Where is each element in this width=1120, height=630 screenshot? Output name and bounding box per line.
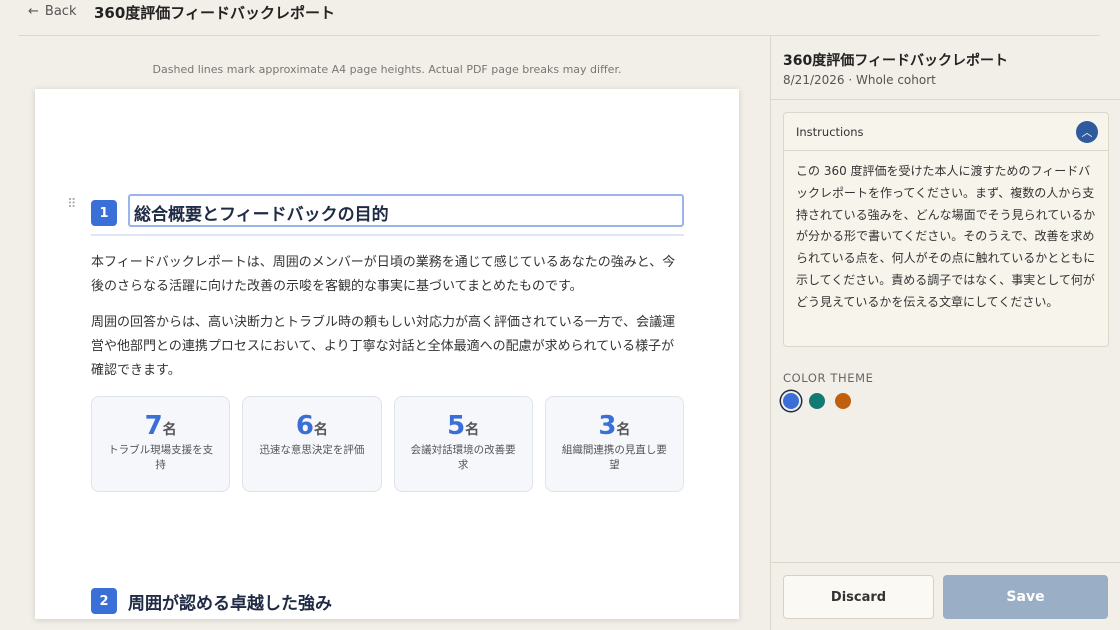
swatch-teal[interactable] (809, 393, 825, 409)
sidebar-title: 360度評価フィードバックレポート (783, 53, 1008, 69)
page-break-hint: Dashed lines mark approximate A4 page he… (152, 63, 622, 76)
instructions-text: この 360 度評価を受けた本人に渡すためのフィードバックレポートを作ってくださ… (796, 164, 1096, 309)
stat-card: 6名 迅速な意思決定を評価 (242, 396, 382, 492)
back-button[interactable]: ← Back (28, 4, 76, 19)
stat-value: 5 (447, 411, 466, 441)
stat-label: 会議対話環境の改善要求 (410, 444, 516, 471)
top-bar: ← Back 360度評価フィードバックレポート (0, 0, 1120, 36)
swatch-orange[interactable] (835, 393, 851, 409)
save-button[interactable]: Save (943, 575, 1108, 619)
sidebar: 360度評価フィードバックレポート 8/21/2026 · Whole coho… (770, 36, 1120, 630)
sidebar-header: 360度評価フィードバックレポート 8/21/2026 · Whole coho… (771, 36, 1120, 100)
section-divider (91, 234, 684, 236)
stat-card: 5名 会議対話環境の改善要求 (393, 396, 533, 492)
arrow-left-icon: ← (28, 4, 39, 19)
section-number: 2 (91, 588, 117, 614)
top-bar-inner: ← Back 360度評価フィードバックレポート (18, 0, 1100, 36)
instructions-label: Instructions (796, 125, 864, 139)
stat-label: 組織間連携の見直し要望 (561, 444, 667, 471)
stat-card: 7名 トラブル現場支援を支持 (91, 396, 231, 492)
swatch-blue[interactable] (783, 393, 799, 409)
discard-button[interactable]: Discard (783, 575, 934, 619)
document-page: ⠿ 1 総合概要とフィードバックの目的 本フィードバックレポートは、周囲のメンバ… (35, 89, 739, 619)
stat-label: トラブル現場支援を支持 (108, 444, 214, 471)
section-paragraph[interactable]: 本フィードバックレポートは、周囲のメンバーが日頃の業務を通じて感じているあなたの… (91, 251, 685, 299)
stat-value: 6 (295, 411, 314, 441)
sidebar-meta: 8/21/2026 · Whole cohort (783, 73, 936, 87)
stat-card: 3名 組織間連携の見直し要望 (544, 396, 684, 492)
stat-unit: 名 (616, 422, 631, 438)
section-title[interactable]: 周囲が認める卓越した強み (128, 589, 332, 614)
section-paragraph[interactable]: 周囲の回答からは、高い決断力とトラブル時の頼もしい対応力が高く評価されている一方… (91, 311, 685, 383)
section-title-input[interactable]: 総合概要とフィードバックの目的 (128, 194, 684, 227)
instructions-header[interactable]: Instructions ︿ (784, 113, 1108, 151)
stat-cards: 7名 トラブル現場支援を支持 6名 迅速な意思決定を評価 5名 会議対話環境の改… (91, 396, 684, 492)
sidebar-footer: Discard Save (771, 562, 1120, 630)
page-title: 360度評価フィードバックレポート (94, 4, 336, 22)
instructions-panel: Instructions ︿ この 360 度評価を受けた本人に渡すためのフィー… (783, 112, 1109, 347)
stat-unit: 名 (465, 422, 480, 438)
color-swatches (783, 393, 851, 409)
section-number: 1 (91, 200, 117, 226)
back-label: Back (44, 4, 77, 19)
stat-value: 7 (144, 411, 163, 441)
stat-value: 3 (598, 411, 617, 441)
chevron-up-icon[interactable]: ︿ (1076, 121, 1098, 143)
color-theme-label: COLOR THEME (783, 371, 874, 385)
stat-label: 迅速な意思決定を評価 (259, 444, 365, 456)
drag-handle-icon[interactable]: ⠿ (67, 197, 76, 212)
stat-unit: 名 (162, 422, 177, 438)
stat-unit: 名 (313, 422, 328, 438)
